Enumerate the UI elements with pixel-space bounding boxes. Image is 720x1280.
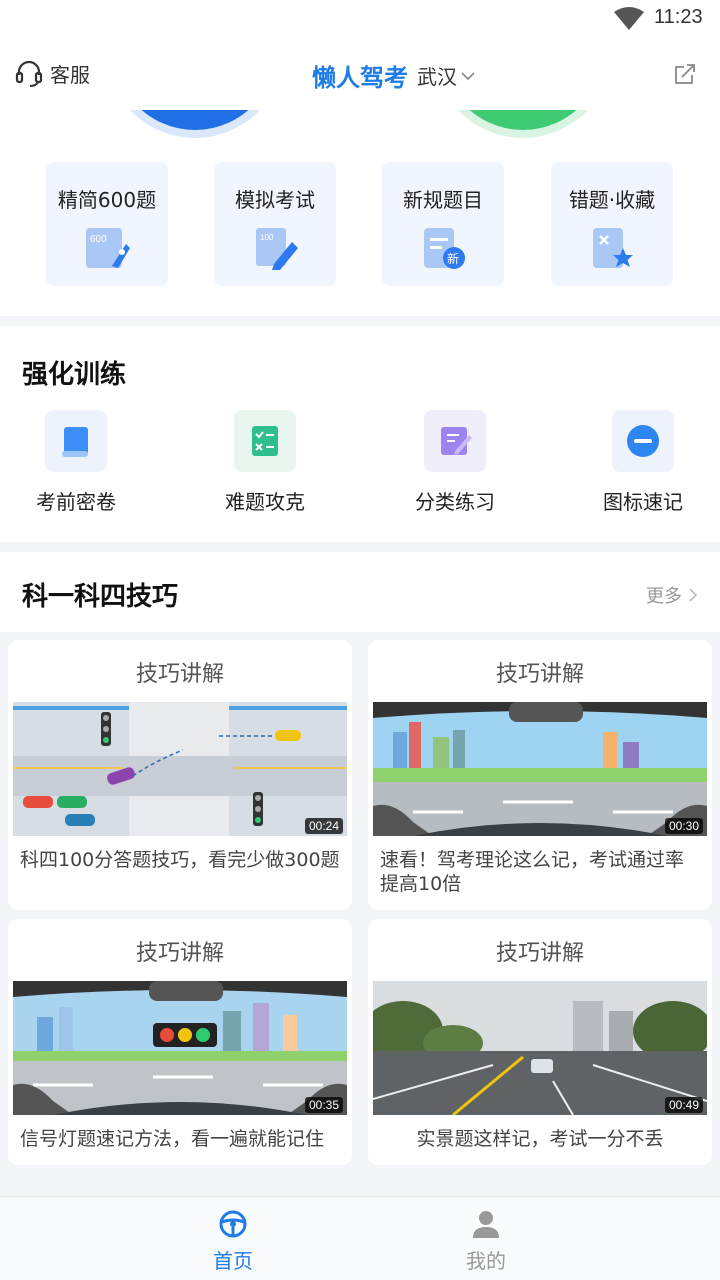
city-label: 武汉 [417, 65, 457, 89]
intersection-illustration [13, 702, 347, 836]
scroll-icon [62, 427, 88, 457]
video-description: 信号灯题速记方法，看一遍就能记住 [20, 1128, 325, 1150]
nav-mine-label: 我的 [466, 1249, 506, 1273]
train-item-hard-questions[interactable]: 难题攻克 [200, 410, 330, 515]
card-600-questions[interactable]: 精简600题 600 [46, 162, 168, 286]
headset-icon [15, 60, 43, 87]
customer-service-label: 客服 [50, 62, 90, 87]
tips-section-header: 科一科四技巧 更多 [0, 552, 720, 632]
customer-service-button[interactable]: 客服 [14, 58, 90, 88]
exam-pencil-icon: 100 [256, 228, 298, 270]
card-wrong-favorite[interactable]: 错题·收藏 [551, 162, 673, 286]
video-card[interactable]: 技巧讲解 00:35 信号灯题速记方法，看一遍就能记住 [8, 919, 352, 1165]
new-rules-icon: 新 [424, 228, 465, 269]
chevron-right-icon [689, 588, 698, 602]
video-thumbnail: 00:49 [373, 981, 707, 1115]
nav-home-label: 首页 [213, 1249, 253, 1273]
train-item-label: 图标速记 [603, 490, 683, 514]
traffic-light-illustration [13, 981, 347, 1115]
more-link[interactable]: 更多 [646, 582, 698, 608]
svg-text:600: 600 [90, 234, 107, 245]
video-description: 实景题这样记，考试一分不丢 [416, 1128, 664, 1150]
bottom-nav: 首页 我的 [0, 1196, 720, 1280]
video-description: 速看！驾考理论这么记，考试通过率提高10倍 [380, 849, 685, 895]
svg-text:100: 100 [260, 233, 274, 242]
video-duration: 00:30 [664, 818, 703, 834]
card-label: 精简600题 [57, 188, 157, 212]
checklist-icon [252, 426, 278, 456]
user-icon [473, 1211, 499, 1238]
status-bar: 11:23 [0, 0, 720, 40]
status-time: 11:23 [654, 6, 703, 28]
edit-note-icon [441, 427, 472, 455]
section-title: 强化训练 [22, 360, 127, 390]
city-selector[interactable]: 武汉 [417, 61, 475, 90]
section-title: 科一科四技巧 [22, 582, 179, 612]
train-item-label: 考前密卷 [36, 490, 116, 514]
nav-home[interactable]: 首页 [183, 1209, 283, 1274]
video-tag: 技巧讲解 [495, 662, 584, 687]
strengthen-section: 强化训练 考前密卷 难题攻克 分类练习 图标速记 [0, 326, 720, 542]
video-duration: 00:35 [304, 1097, 343, 1113]
video-tag: 技巧讲解 [135, 941, 224, 966]
video-thumbnail: 00:35 [13, 981, 347, 1115]
video-card[interactable]: 技巧讲解 00:49 实景题这样记，考试一分不丢 [368, 919, 712, 1165]
train-item-label: 分类练习 [415, 490, 495, 514]
video-card[interactable]: 技巧讲解 00:30 速看！驾考理论这么记，考试通过率提高10倍 [368, 640, 712, 910]
train-item-exam-paper[interactable]: 考前密卷 [11, 410, 141, 515]
wifi-icon [614, 7, 644, 30]
card-label: 错题·收藏 [568, 188, 656, 212]
video-tag: 技巧讲解 [495, 941, 584, 966]
minus-circle-icon [627, 425, 659, 457]
brand-title: 懒人驾考 [312, 64, 408, 92]
share-icon[interactable] [673, 62, 697, 86]
card-label: 新规题目 [403, 188, 483, 212]
driver-view-city-illustration [373, 702, 707, 836]
video-thumbnail: 00:24 [13, 702, 347, 836]
subject-four-dial[interactable] [438, 110, 608, 130]
video-thumbnail: 00:30 [373, 702, 707, 836]
video-duration: 00:24 [304, 818, 343, 834]
train-item-category-practice[interactable]: 分类练习 [390, 410, 520, 515]
app-header: 客服 懒人驾考 武汉 [0, 40, 720, 110]
real-road-photo [373, 981, 707, 1115]
video-duration: 00:49 [664, 1097, 703, 1113]
train-item-icon-memory[interactable]: 图标速记 [578, 410, 708, 515]
nav-mine[interactable]: 我的 [436, 1209, 536, 1274]
card-mock-exam[interactable]: 模拟考试 100 [214, 162, 336, 286]
steering-wheel-icon [219, 1210, 247, 1238]
video-card[interactable]: 技巧讲解 00:24 科四100分答题技巧，看完少做300题 [8, 640, 352, 910]
card-label: 模拟考试 [235, 188, 315, 212]
train-item-label: 难题攻克 [225, 490, 305, 514]
svg-text:新: 新 [447, 251, 459, 266]
video-tag: 技巧讲解 [135, 662, 224, 687]
subject-one-dial[interactable] [110, 110, 280, 130]
600-rocket-icon: 600 [86, 228, 130, 268]
card-new-rules[interactable]: 新规题目 新 [382, 162, 504, 286]
wrong-favorite-icon [593, 228, 633, 268]
quick-entry-section: 精简600题 600 模拟考试 100 新规题目 新 错题·收藏 [0, 110, 720, 316]
more-label: 更多 [646, 586, 682, 607]
chevron-down-icon [461, 71, 475, 80]
video-description: 科四100分答题技巧，看完少做300题 [20, 849, 340, 871]
